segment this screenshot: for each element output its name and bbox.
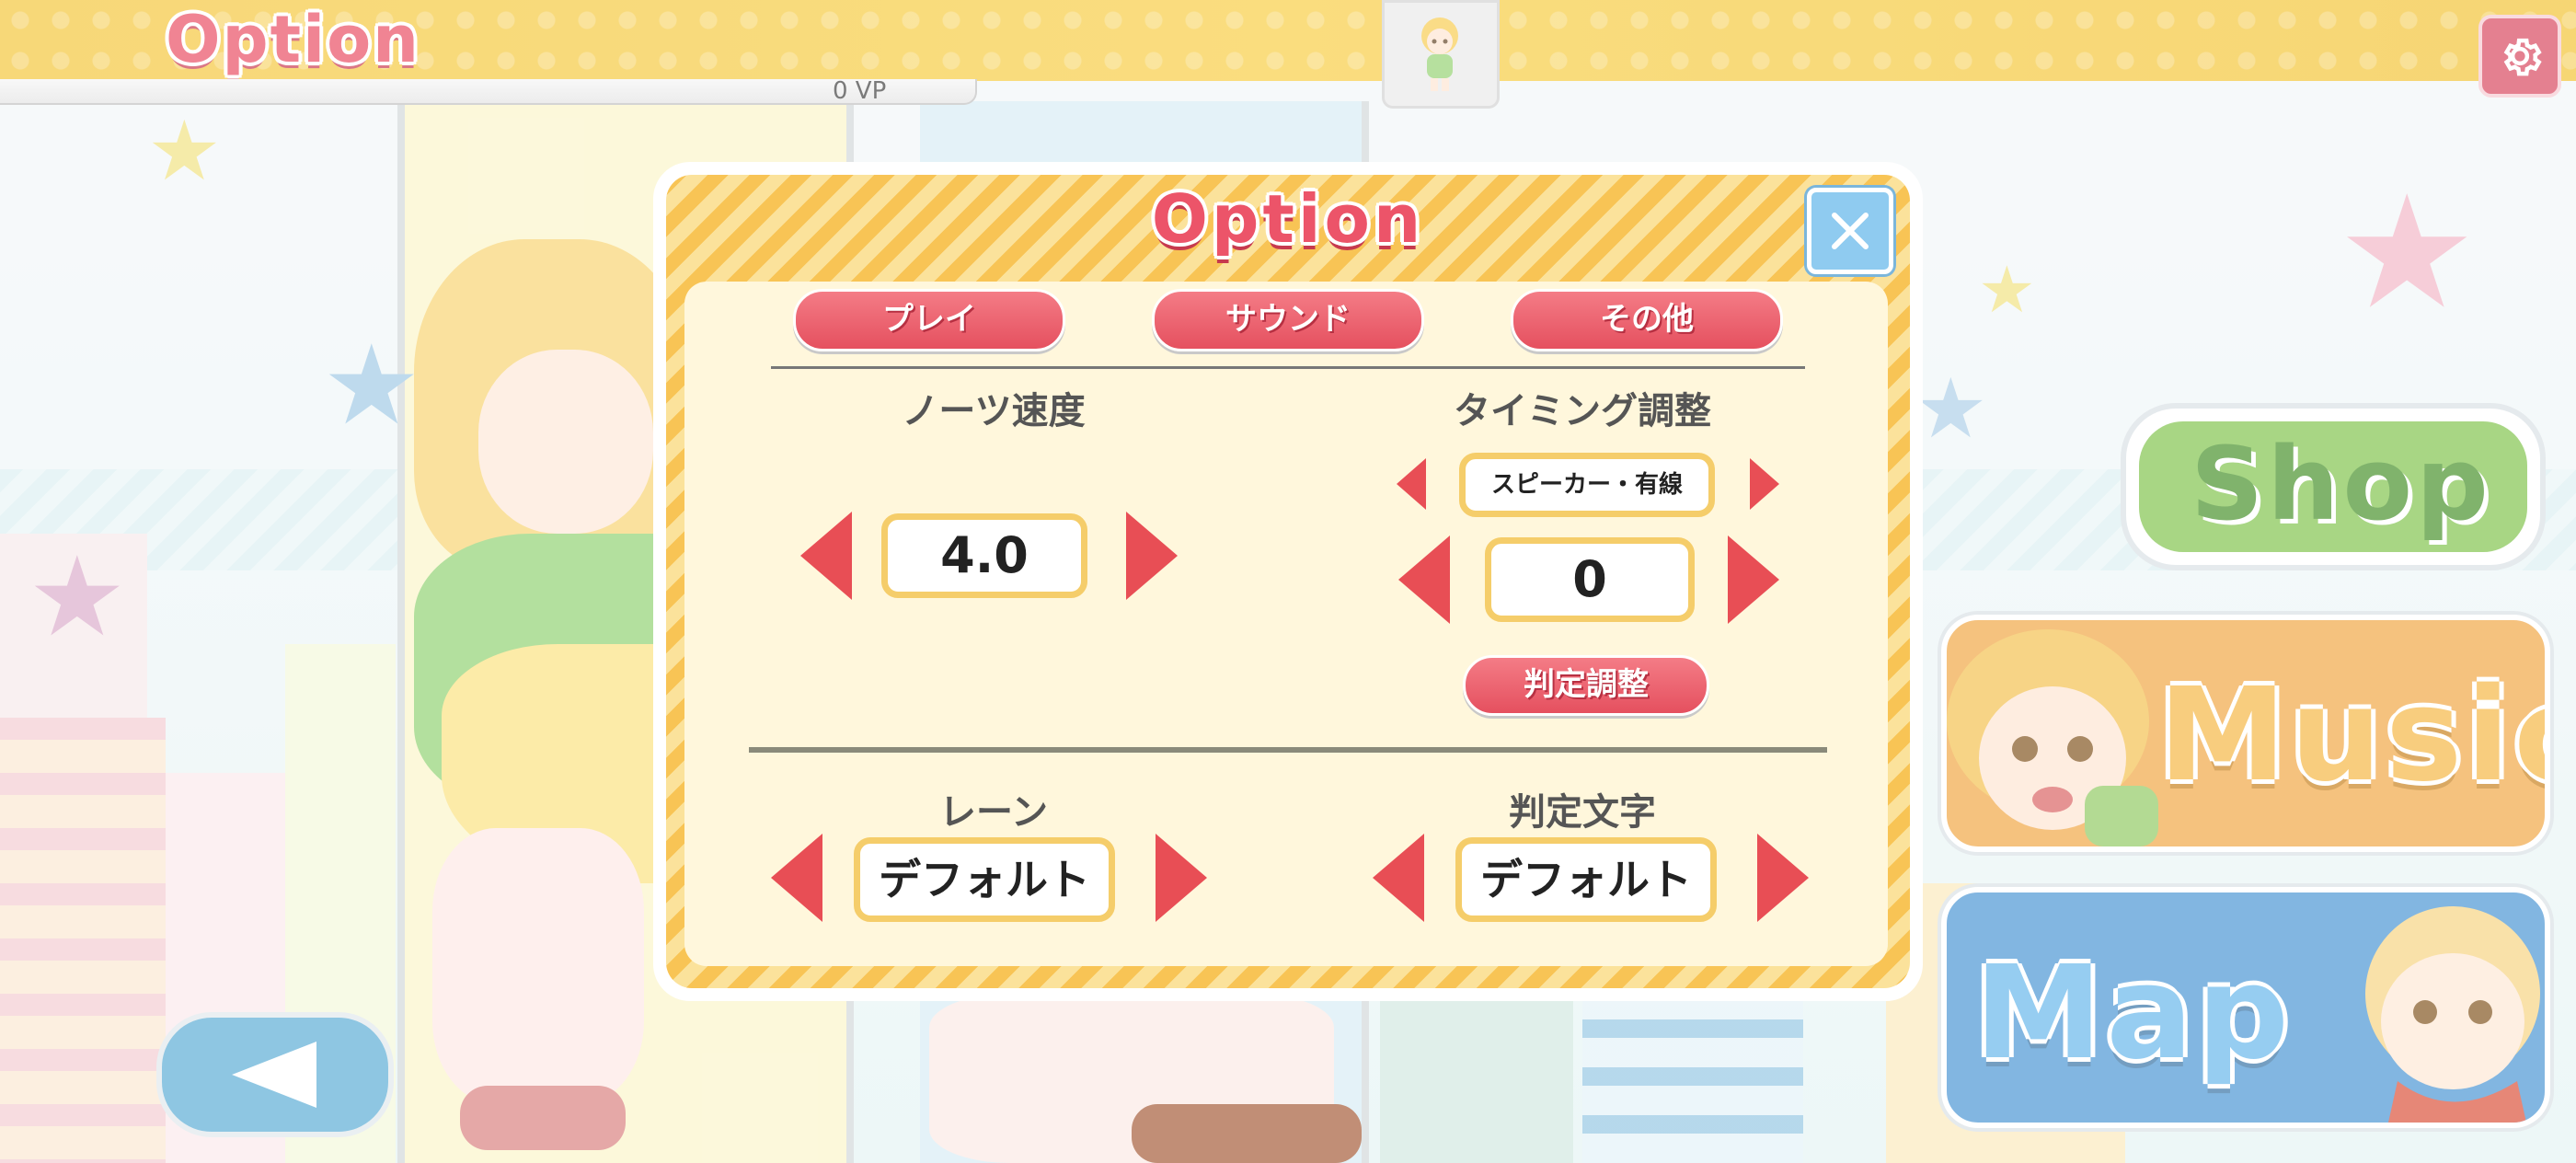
judge-adjust-button[interactable]: 判定調整: [1463, 655, 1709, 716]
judge-text-prev-button[interactable]: [1373, 834, 1424, 922]
close-icon: [1832, 213, 1869, 249]
timing-value: 0: [1485, 537, 1695, 622]
timing-decrease-button[interactable]: [1398, 535, 1450, 624]
note-speed-value: 4.0: [881, 513, 1087, 598]
timing-adjust-label: タイミング調整: [1454, 390, 1711, 432]
note-speed-increase-button[interactable]: [1126, 512, 1178, 600]
timing-device-value: スピーカー・有線: [1459, 453, 1715, 517]
judge-text-next-button[interactable]: [1757, 834, 1809, 922]
tab-sound[interactable]: サウンド: [1152, 289, 1424, 351]
close-button[interactable]: [1807, 188, 1893, 274]
timing-increase-button[interactable]: [1728, 535, 1779, 624]
tab-other[interactable]: その他: [1511, 289, 1783, 351]
lane-value: デフォルト: [854, 837, 1115, 922]
tab-play[interactable]: プレイ: [793, 289, 1065, 351]
lane-prev-button[interactable]: [771, 834, 822, 922]
divider: [771, 366, 1805, 369]
judge-text-value: デフォルト: [1455, 837, 1717, 922]
timing-device-prev-button[interactable]: [1397, 458, 1426, 510]
note-speed-label: ノーツ速度: [902, 390, 1086, 432]
section-divider: [749, 747, 1827, 753]
note-speed-decrease-button[interactable]: [800, 512, 852, 600]
judge-text-label: 判定文字: [1509, 791, 1656, 834]
lane-next-button[interactable]: [1156, 834, 1207, 922]
lane-label: レーン: [939, 791, 1048, 834]
option-dialog: Option プレイ サウンド その他 ノーツ速度 4.0 タイミング調整 スピ…: [653, 162, 1923, 1001]
dialog-title: Option: [1151, 180, 1425, 258]
timing-device-next-button[interactable]: [1750, 458, 1779, 510]
